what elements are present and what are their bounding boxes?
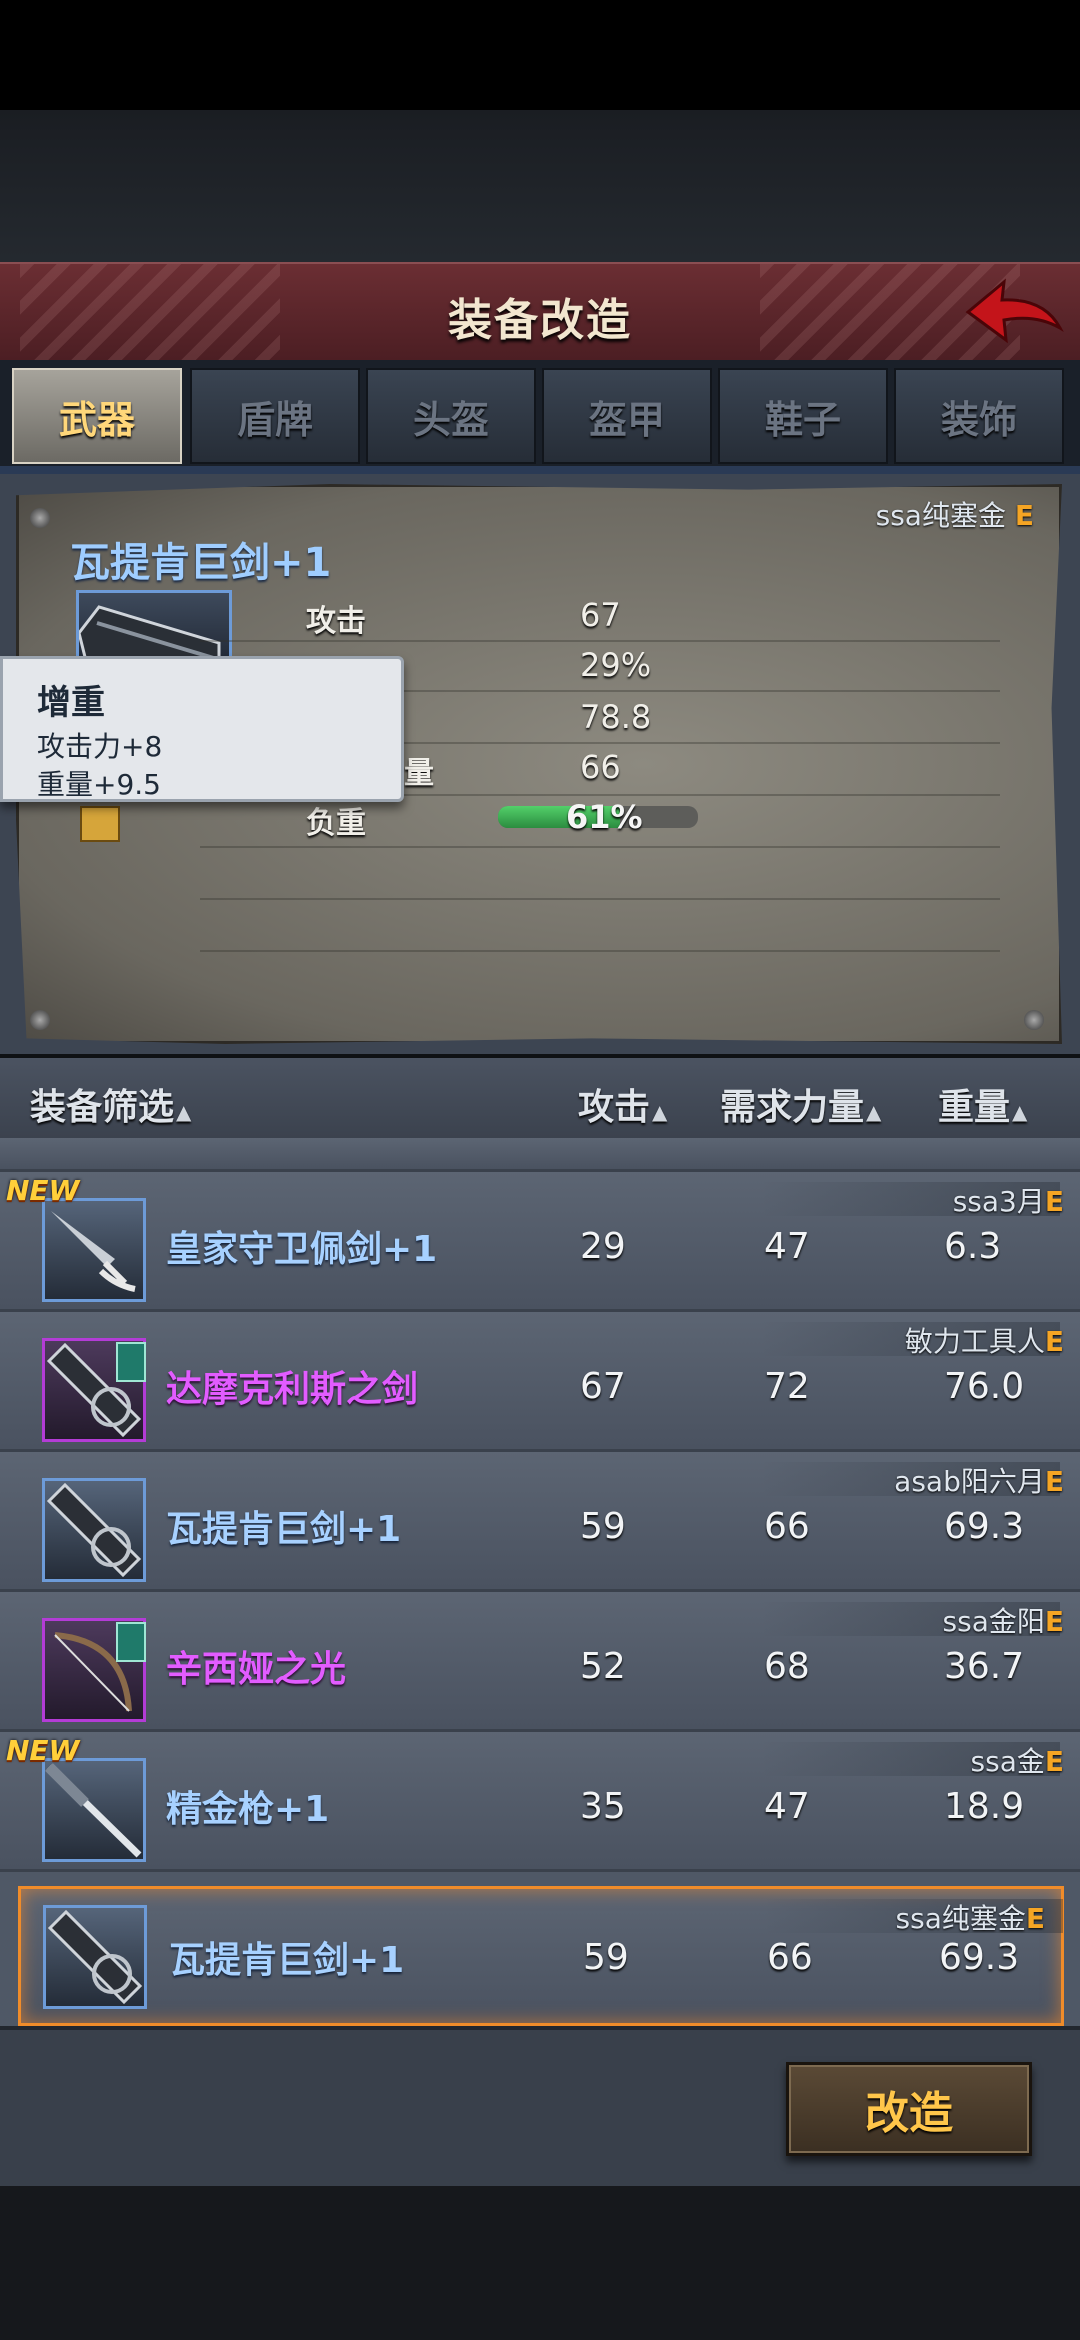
item-weight: 18.9 <box>944 1786 1025 1827</box>
set-badge-icon <box>116 1342 146 1382</box>
item-name: 皇家守卫佩剑+1 <box>166 1229 438 1270</box>
sort-attack-button[interactable]: 攻击 ▲ <box>578 1078 667 1130</box>
stat-value-4: 66 <box>580 748 621 786</box>
greatsword-icon <box>42 1478 146 1582</box>
greatsword-icon <box>43 1905 147 2009</box>
item-owner: ssa3月E <box>952 1185 1064 1218</box>
bottom-band <box>0 2186 1080 2340</box>
stat-label-attack: 攻击 <box>306 604 366 639</box>
back-arrow-icon <box>965 278 1064 344</box>
set-badge-icon <box>116 1622 146 1662</box>
item-attack: 35 <box>580 1786 626 1827</box>
partial-row <box>0 1138 1080 1172</box>
upper-backdrop <box>0 110 1080 270</box>
item-attack: 59 <box>583 1937 629 1978</box>
item-strength: 47 <box>764 1226 810 1267</box>
stat-value-2: 29% <box>580 646 652 684</box>
refit-button[interactable]: 改造 <box>786 2062 1032 2156</box>
item-weight: 36.7 <box>944 1646 1025 1687</box>
item-weight: 76.0 <box>944 1366 1025 1407</box>
category-tabs: 武器 盾牌 头盔 盔甲 鞋子 装饰 <box>0 360 1080 472</box>
item-strength: 47 <box>764 1786 810 1827</box>
tab-helmets[interactable]: 头盔 <box>366 368 536 464</box>
load-percent: 61% <box>566 798 643 836</box>
ruled-line <box>200 898 1000 900</box>
page-title: 装备改造 <box>448 295 632 346</box>
item-strength: 72 <box>764 1366 810 1407</box>
spear-icon <box>42 1758 146 1862</box>
tooltip-title: 增重 <box>37 683 105 723</box>
rivet-icon <box>1024 1010 1044 1030</box>
tooltip-line-weight: 重量+9.5 <box>37 768 161 801</box>
sword-icon <box>42 1198 146 1302</box>
item-attack: 52 <box>580 1646 626 1687</box>
list-item[interactable]: 敏力工具人E 达摩克利斯之剑 67 72 76.0 <box>0 1312 1080 1452</box>
sort-weight-button[interactable]: 重量 ▲ <box>938 1078 1027 1130</box>
item-attack: 29 <box>580 1226 626 1267</box>
title-bar: 装备改造 <box>0 262 1080 362</box>
stat-label-load: 负重 <box>306 806 366 841</box>
item-weight: 69.3 <box>939 1937 1020 1978</box>
item-owner: ssa金E <box>970 1745 1064 1778</box>
top-black-band <box>0 0 1080 110</box>
trait-hex-icon[interactable] <box>80 806 120 842</box>
detail-item-name: 瓦提肯巨剑+1 <box>70 540 332 586</box>
list-item[interactable]: ssa3月E NEW 皇家守卫佩剑+1 29 47 6.3 <box>0 1172 1080 1312</box>
ruled-line <box>200 640 1000 642</box>
item-name: 瓦提肯巨剑+1 <box>169 1940 405 1981</box>
list-item-selected[interactable]: ssa纯塞金E 瓦提肯巨剑+1 59 66 69.3 <box>18 1886 1064 2026</box>
list-item[interactable]: ssa金阳E 辛西娅之光 52 68 36.7 <box>0 1592 1080 1732</box>
trait-tooltip: 增重 攻击力+8 重量+9.5 <box>0 656 404 802</box>
tab-underline <box>0 466 1080 474</box>
item-owner: 敏力工具人E <box>904 1325 1064 1358</box>
rivet-icon <box>30 508 50 528</box>
ruled-line <box>200 950 1000 952</box>
item-attack: 59 <box>580 1506 626 1547</box>
item-attack: 67 <box>580 1366 626 1407</box>
stat-value-attack: 67 <box>580 596 621 634</box>
item-weight: 69.3 <box>944 1506 1025 1547</box>
sort-strength-button[interactable]: 需求力量 ▲ <box>720 1078 881 1130</box>
sort-arrow-icon: ▲ <box>176 1100 192 1124</box>
tab-weapons[interactable]: 武器 <box>12 368 182 464</box>
item-owner: asab阳六月E <box>894 1465 1064 1498</box>
tab-accessories[interactable]: 装饰 <box>894 368 1064 464</box>
filter-button[interactable]: 装备筛选 ▲ <box>30 1078 191 1130</box>
list-header: 装备筛选 ▲ 攻击 ▲ 需求力量 ▲ 重量 ▲ <box>0 1058 1080 1138</box>
list-item[interactable]: ssa金E NEW 精金枪+1 35 47 18.9 <box>0 1732 1080 1872</box>
stat-value-3: 78.8 <box>580 698 652 736</box>
item-weight: 6.3 <box>944 1226 1002 1267</box>
rivet-icon <box>30 1010 50 1030</box>
item-strength: 66 <box>767 1937 813 1978</box>
item-owner: ssa纯塞金E <box>895 1902 1045 1935</box>
tooltip-line-attack: 攻击力+8 <box>37 730 163 763</box>
item-name: 精金枪+1 <box>166 1789 330 1830</box>
item-name: 达摩克利斯之剑 <box>166 1369 419 1410</box>
new-badge: NEW <box>6 1174 80 1207</box>
tab-shields[interactable]: 盾牌 <box>190 368 360 464</box>
stat-label-4: 量 <box>404 756 434 791</box>
list-item[interactable]: asab阳六月E 瓦提肯巨剑+1 59 66 69.3 <box>0 1452 1080 1592</box>
tab-shoes[interactable]: 鞋子 <box>718 368 888 464</box>
sort-arrow-icon: ▲ <box>1012 1100 1028 1124</box>
sort-arrow-icon: ▲ <box>652 1100 668 1124</box>
equipment-list[interactable]: ssa3月E NEW 皇家守卫佩剑+1 29 47 6.3 敏力工具人E 达摩克… <box>0 1138 1080 2026</box>
detail-owner-tag: ssa纯塞金 E <box>875 499 1034 532</box>
tab-armor[interactable]: 盔甲 <box>542 368 712 464</box>
item-strength: 68 <box>764 1646 810 1687</box>
item-name: 瓦提肯巨剑+1 <box>166 1509 402 1550</box>
ruled-line <box>200 846 1000 848</box>
item-strength: 66 <box>764 1506 810 1547</box>
item-name: 辛西娅之光 <box>166 1649 347 1690</box>
sort-arrow-icon: ▲ <box>866 1100 882 1124</box>
item-owner: ssa金阳E <box>942 1605 1064 1638</box>
back-button[interactable] <box>964 274 1064 350</box>
new-badge: NEW <box>6 1734 80 1767</box>
